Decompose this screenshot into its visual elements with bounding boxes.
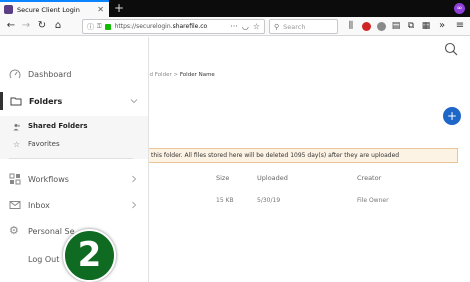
folders-submenu: Shared Folders ☆ Favorites — [0, 116, 148, 159]
dashboard-icon — [9, 69, 21, 79]
url-text[interactable]: https://securelogin.sharefile.co — [115, 23, 227, 30]
sidebar-item-label: Favorites — [28, 140, 60, 148]
chevron-down-icon[interactable] — [130, 97, 138, 105]
gear-icon: ⚙ — [9, 224, 19, 237]
back-icon[interactable]: ← — [4, 19, 18, 33]
url-bar[interactable]: ⓘ ⚿ https://securelogin.sharefile.co ···… — [82, 19, 265, 34]
new-tab-button[interactable]: + — [114, 1, 124, 15]
folder-icon — [10, 97, 22, 106]
home-icon[interactable]: ⌂ — [52, 19, 64, 33]
step-number-badge: 2 — [63, 229, 116, 282]
search-placeholder: Search — [283, 22, 306, 31]
lock-icon — [104, 23, 111, 30]
tab-title: Secure Client Login — [17, 5, 80, 14]
chevron-right-icon[interactable] — [130, 175, 138, 183]
sidebar-item-favorites[interactable]: ☆ Favorites — [0, 139, 148, 153]
permission-key-icon[interactable]: ⚿ — [97, 23, 102, 31]
reader-view-icon[interactable]: ▤ — [390, 19, 402, 33]
sidebar-item-label: Folders — [29, 96, 63, 106]
sidebar-divider — [9, 158, 133, 159]
extension-icon[interactable] — [375, 19, 387, 33]
ublock-icon[interactable] — [360, 19, 372, 33]
sidebar-item-label: Dashboard — [28, 69, 72, 79]
sidebar-item-label: Inbox — [28, 200, 50, 210]
forward-icon[interactable]: → — [20, 19, 32, 33]
sync-icon[interactable]: ▦ — [420, 19, 432, 33]
sharefile-favicon-icon — [4, 5, 13, 14]
add-button[interactable]: + — [443, 107, 461, 125]
bookmark-star-icon[interactable]: ☆ — [253, 22, 260, 31]
sidebar-item-label: Workflows — [28, 174, 69, 184]
column-header-size[interactable]: Size — [216, 174, 229, 182]
sidebar-item-workflows[interactable]: Workflows — [0, 170, 148, 188]
retention-banner: this folder. All files stored here will … — [146, 148, 458, 163]
chevron-right-icon[interactable] — [130, 201, 138, 209]
reload-icon[interactable]: ↻ — [36, 19, 48, 33]
sidebar-item-inbox[interactable]: Inbox — [0, 196, 148, 214]
page-actions-icon[interactable]: ··· — [230, 22, 238, 31]
screenshot-icon[interactable]: ⧉ — [405, 19, 417, 33]
column-header-creator[interactable]: Creator — [357, 174, 381, 182]
private-mask-icon[interactable]: ∞ — [454, 3, 465, 14]
tab-strip: Secure Client Login ✕ + ∞ — [0, 0, 470, 17]
row-size: 15 KB — [216, 197, 234, 204]
sidebar-item-dashboard[interactable]: Dashboard — [0, 65, 148, 83]
breadcrumb: nd Folder > Folder Name — [146, 72, 215, 78]
shared-users-icon — [13, 124, 20, 131]
search-icon: ⚲ — [274, 22, 280, 31]
workflows-icon — [9, 173, 21, 185]
row-uploaded: 5/30/19 — [257, 197, 281, 204]
search-bar[interactable]: ⚲ Search — [269, 19, 338, 34]
browser-tab[interactable]: Secure Client Login ✕ — [0, 0, 109, 17]
inbox-icon — [9, 201, 21, 209]
sidebar-item-folders[interactable]: Folders — [0, 92, 148, 110]
column-header-uploaded[interactable]: Uploaded — [257, 174, 288, 182]
sidebar-item-label: Shared Folders — [28, 122, 88, 130]
overflow-icon[interactable]: » — [436, 19, 448, 33]
star-icon: ☆ — [13, 140, 21, 149]
pocket-icon[interactable]: ◡ — [242, 22, 249, 31]
breadcrumb-current: Folder Name — [179, 72, 215, 78]
breadcrumb-parent[interactable]: nd Folder — [146, 72, 172, 78]
menu-icon[interactable]: ≡ — [454, 19, 466, 33]
sidebar-item-label: Log Out — [28, 254, 60, 264]
close-tab-icon[interactable]: ✕ — [97, 5, 104, 14]
library-icon[interactable]: ⫼ — [345, 19, 357, 33]
navigation-toolbar: ← → ↻ ⌂ ⓘ ⚿ https://securelogin.sharefil… — [0, 17, 470, 36]
search-icon[interactable] — [444, 42, 458, 56]
sidebar-item-label: Personal Se — [28, 226, 75, 236]
row-creator: File Owner — [357, 197, 389, 204]
sidebar-item-shared-folders[interactable]: Shared Folders — [0, 121, 148, 135]
site-info-icon[interactable]: ⓘ — [87, 22, 94, 32]
breadcrumb-separator: > — [173, 72, 179, 78]
